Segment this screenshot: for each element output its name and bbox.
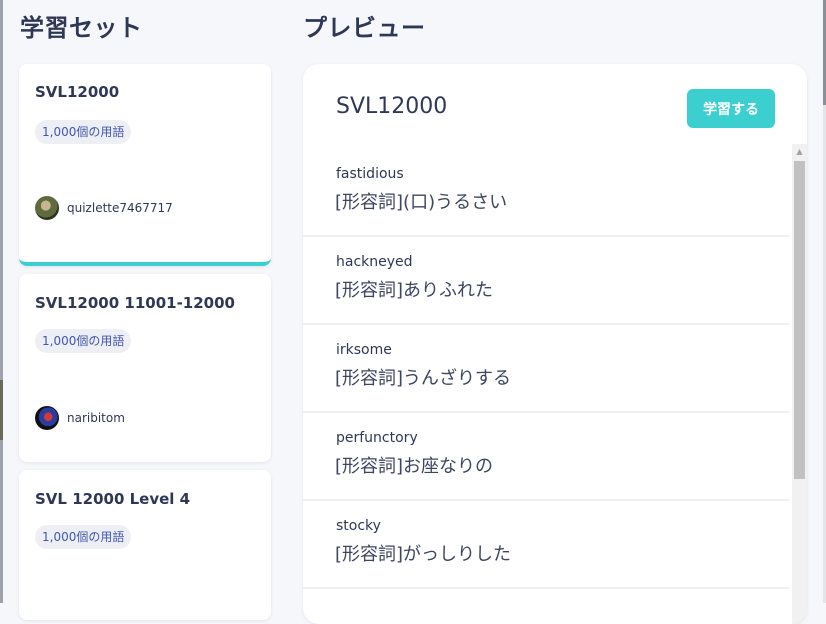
study-set-card-svl12000[interactable]: SVL12000 1,000個の用語 quizlette7467717 bbox=[19, 64, 271, 266]
term-word: fastidious bbox=[336, 166, 404, 182]
term-count-badge: 1,000個の用語 bbox=[35, 525, 132, 549]
term-list[interactable]: fastidious [形容詞](口)うるさい hackneyed [形容詞]あ… bbox=[303, 149, 789, 589]
preview-set-title: SVL12000 bbox=[336, 94, 448, 119]
term-list-scrollbar[interactable]: ▲ bbox=[792, 144, 807, 624]
study-set-card-svl12000-11001-12000[interactable]: SVL12000 11001-12000 1,000個の用語 naribitom bbox=[19, 274, 271, 462]
term-row: fastidious [形容詞](口)うるさい bbox=[303, 149, 789, 237]
background-window-sliver bbox=[0, 380, 3, 440]
term-row: irksome [形容詞]うんざりする bbox=[303, 325, 789, 413]
left-window-edge bbox=[0, 0, 3, 603]
author-name: naribitom bbox=[67, 411, 125, 425]
study-button[interactable]: 学習する bbox=[687, 89, 775, 128]
term-count-badge: 1,000個の用語 bbox=[35, 120, 132, 144]
avatar bbox=[35, 196, 59, 220]
set-author[interactable]: quizlette7467717 bbox=[35, 196, 173, 220]
avatar bbox=[35, 406, 59, 430]
set-author[interactable]: naribitom bbox=[35, 406, 125, 430]
term-definition: [形容詞]お座なりの bbox=[335, 456, 494, 477]
study-sets-heading: 学習セット bbox=[20, 14, 143, 42]
preview-card: SVL12000 学習する fastidious [形容詞](口)うるさい ha… bbox=[303, 64, 807, 624]
term-word: stocky bbox=[336, 518, 381, 534]
term-word: hackneyed bbox=[336, 254, 413, 270]
term-row: stocky [形容詞]がっしりした bbox=[303, 501, 789, 589]
author-name: quizlette7467717 bbox=[67, 201, 173, 215]
set-title: SVL12000 bbox=[35, 83, 120, 101]
term-definition: [形容詞]うんざりする bbox=[335, 368, 512, 389]
term-definition: [形容詞]ありふれた bbox=[335, 280, 494, 301]
term-row: hackneyed [形容詞]ありふれた bbox=[303, 237, 789, 325]
set-title: SVL12000 11001-12000 bbox=[35, 294, 235, 312]
study-set-card-svl-12000-level-4[interactable]: SVL 12000 Level 4 1,000個の用語 bbox=[19, 470, 271, 620]
preview-heading: プレビュー bbox=[303, 14, 426, 42]
scroll-up-arrow-icon[interactable]: ▲ bbox=[792, 144, 807, 159]
term-word: irksome bbox=[336, 342, 392, 358]
set-title: SVL 12000 Level 4 bbox=[35, 490, 191, 508]
scrollbar-thumb[interactable] bbox=[794, 161, 805, 479]
term-row: perfunctory [形容詞]お座なりの bbox=[303, 413, 789, 501]
term-definition: [形容詞](口)うるさい bbox=[335, 192, 508, 213]
term-word: perfunctory bbox=[336, 430, 418, 446]
term-count-badge: 1,000個の用語 bbox=[35, 329, 132, 353]
term-definition: [形容詞]がっしりした bbox=[335, 544, 512, 565]
